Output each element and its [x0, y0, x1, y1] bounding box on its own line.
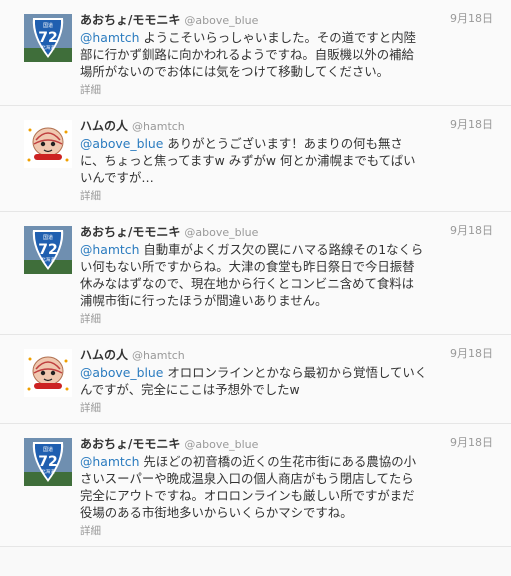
sign-top-text: 国道: [43, 446, 53, 453]
tweet[interactable]: ハムの人 @hamtch 9月18日 @above_blue オロロンラインとかなら最…: [0, 335, 511, 424]
route-sign-icon: 国道72北海道: [24, 438, 72, 486]
tweet-time[interactable]: 9月18日: [450, 345, 493, 363]
user-name[interactable]: ハムの人: [80, 119, 128, 133]
tweet-line: んですが、完全にここは予想外でしたw: [80, 382, 300, 397]
mention-link[interactable]: @hamtch: [80, 454, 139, 469]
tweet-line: 浦幌市街に行ったほうが間違いありません。: [80, 293, 328, 308]
sign-top-text: 国道: [43, 234, 53, 241]
ham-character-icon: [24, 349, 72, 397]
user-name[interactable]: あおちょ/モモニキ: [80, 225, 180, 239]
tweet-line: @hamtch 自動車がよくガス欠の罠にハマる路線その1なくら: [80, 241, 501, 258]
tweet-line: @hamtch 先ほどの初音橋の近くの生花市街にある農協の小: [80, 453, 501, 470]
tweet-time[interactable]: 9月18日: [450, 10, 493, 28]
mention-link[interactable]: @hamtch: [80, 30, 139, 45]
sign-bottom-text: 北海道: [41, 44, 55, 51]
tweet-line: @hamtch ようこそいらっしゃいました。その道ですと内陸: [80, 29, 501, 46]
details-link[interactable]: 詳細: [80, 400, 501, 415]
tweet-time[interactable]: 9月18日: [450, 434, 493, 452]
tweet[interactable]: 国道 72 北海道 あおちょ/モモニキ @above_blue 9月18日 @hamtch …: [0, 424, 511, 547]
details-link[interactable]: 詳細: [80, 188, 501, 203]
tweet-line-text: オロロンラインとかなら最初から覚悟していく: [167, 365, 428, 380]
sign-top-text: 国道: [43, 22, 53, 29]
avatar[interactable]: [24, 349, 72, 397]
tweet-line: 部に行かず釧路に向かわれるようですね。自販機以外の補給: [80, 47, 414, 62]
user-name[interactable]: ハムの人: [80, 348, 128, 362]
sign-bottom-text: 北海道: [41, 468, 55, 475]
tweet-line-text: ありがとうございます！あまりの何も無さ: [167, 136, 403, 151]
tweet-line: 役場のある市街地多いからいくらかマシですね。: [80, 505, 353, 520]
mention-link[interactable]: @above_blue: [80, 365, 163, 380]
tweet-line: さいスーパーや晩成温泉入口の個人商店がもう閉店してたら: [80, 471, 414, 486]
tweet-time[interactable]: 9月18日: [450, 222, 493, 240]
tweet-line: 場所がないのでお体には気をつけて移動してください。: [80, 64, 390, 79]
tweet-text: @hamtch 自動車がよくガス欠の罠にハマる路線その1なくら い何もない所ですか…: [80, 241, 501, 309]
tweet-text: @above_blue ありがとうございます！あまりの何も無さ に、ちょっと焦って…: [80, 135, 501, 186]
tweet-line-text: 自動車がよくガス欠の罠にハマる路線その1なくら: [143, 242, 424, 257]
sign-number-text: 72: [38, 242, 57, 258]
route-sign-icon: 国道72北海道: [24, 226, 72, 274]
user-name[interactable]: あおちょ/モモニキ: [80, 13, 180, 27]
tweet-header: ハムの人 @hamtch 9月18日: [80, 345, 501, 363]
avatar[interactable]: [24, 120, 72, 168]
user-handle[interactable]: @above_blue: [184, 438, 258, 451]
tweet-line: い何もない所ですからね。大津の食堂も昨日祭日で今日振替: [80, 259, 415, 274]
tweet-line-text: ようこそいらっしゃいました。その道ですと内陸: [143, 30, 416, 45]
sign-bottom-text: 北海道: [41, 256, 55, 263]
tweet-header: あおちょ/モモニキ @above_blue 9月18日: [80, 10, 501, 28]
tweet-line: に、ちょっと焦ってますw みずがw 何とか浦幌までもてばい: [80, 153, 416, 168]
mention-link[interactable]: @hamtch: [80, 242, 139, 257]
tweet-text: @hamtch ようこそいらっしゃいました。その道ですと内陸 部に行かず釧路に向か…: [80, 29, 501, 80]
details-link[interactable]: 詳細: [80, 523, 501, 538]
tweet-header: あおちょ/モモニキ @above_blue 9月18日: [80, 222, 501, 240]
avatar[interactable]: 国道 72 北海道: [24, 14, 72, 62]
tweet-line: @above_blue オロロンラインとかなら最初から覚悟していく: [80, 364, 501, 381]
tweet[interactable]: ハムの人 @hamtch 9月18日 @above_blue ありがとうございます！あ…: [0, 106, 511, 212]
tweet-line: いんですが…: [80, 170, 154, 185]
tweet-line: 休みなはずなので、現在地から行くとコンビニ含めて食料は: [80, 276, 415, 291]
ham-character-icon: [24, 120, 72, 168]
tweet-text: @hamtch 先ほどの初音橋の近くの生花市街にある農協の小 さいスーパーや晩成温…: [80, 453, 501, 521]
tweet[interactable]: 国道 72 北海道 あおちょ/モモニキ @above_blue 9月18日 @hamtch …: [0, 0, 511, 106]
route-sign-icon: 国道72北海道: [24, 14, 72, 62]
avatar[interactable]: 国道 72 北海道: [24, 226, 72, 274]
tweet-text: @above_blue オロロンラインとかなら最初から覚悟していく んですが、完全…: [80, 364, 501, 398]
sign-number-text: 72: [38, 454, 57, 470]
tweet[interactable]: 国道 72 北海道 あおちょ/モモニキ @above_blue 9月18日 @hamtch …: [0, 212, 511, 335]
tweet-line: @above_blue ありがとうございます！あまりの何も無さ: [80, 135, 501, 152]
user-name[interactable]: あおちょ/モモニキ: [80, 437, 180, 451]
tweet-header: あおちょ/モモニキ @above_blue 9月18日: [80, 434, 501, 452]
tweet-time[interactable]: 9月18日: [450, 116, 493, 134]
tweet-header: ハムの人 @hamtch 9月18日: [80, 116, 501, 134]
mention-link[interactable]: @above_blue: [80, 136, 163, 151]
user-handle[interactable]: @hamtch: [132, 120, 185, 133]
tweet-line-text: 先ほどの初音橋の近くの生花市街にある農協の小: [143, 454, 416, 469]
sign-number-text: 72: [38, 30, 57, 46]
tweet-line: 完全にアウトですね。オロロンラインも厳しい所ですがまだ: [80, 488, 415, 503]
user-handle[interactable]: @hamtch: [132, 349, 185, 362]
timeline: 国道 72 北海道 あおちょ/モモニキ @above_blue 9月18日 @hamtch …: [0, 0, 511, 547]
details-link[interactable]: 詳細: [80, 311, 501, 326]
user-handle[interactable]: @above_blue: [184, 226, 258, 239]
details-link[interactable]: 詳細: [80, 82, 501, 97]
user-handle[interactable]: @above_blue: [184, 14, 258, 27]
avatar[interactable]: 国道 72 北海道: [24, 438, 72, 486]
